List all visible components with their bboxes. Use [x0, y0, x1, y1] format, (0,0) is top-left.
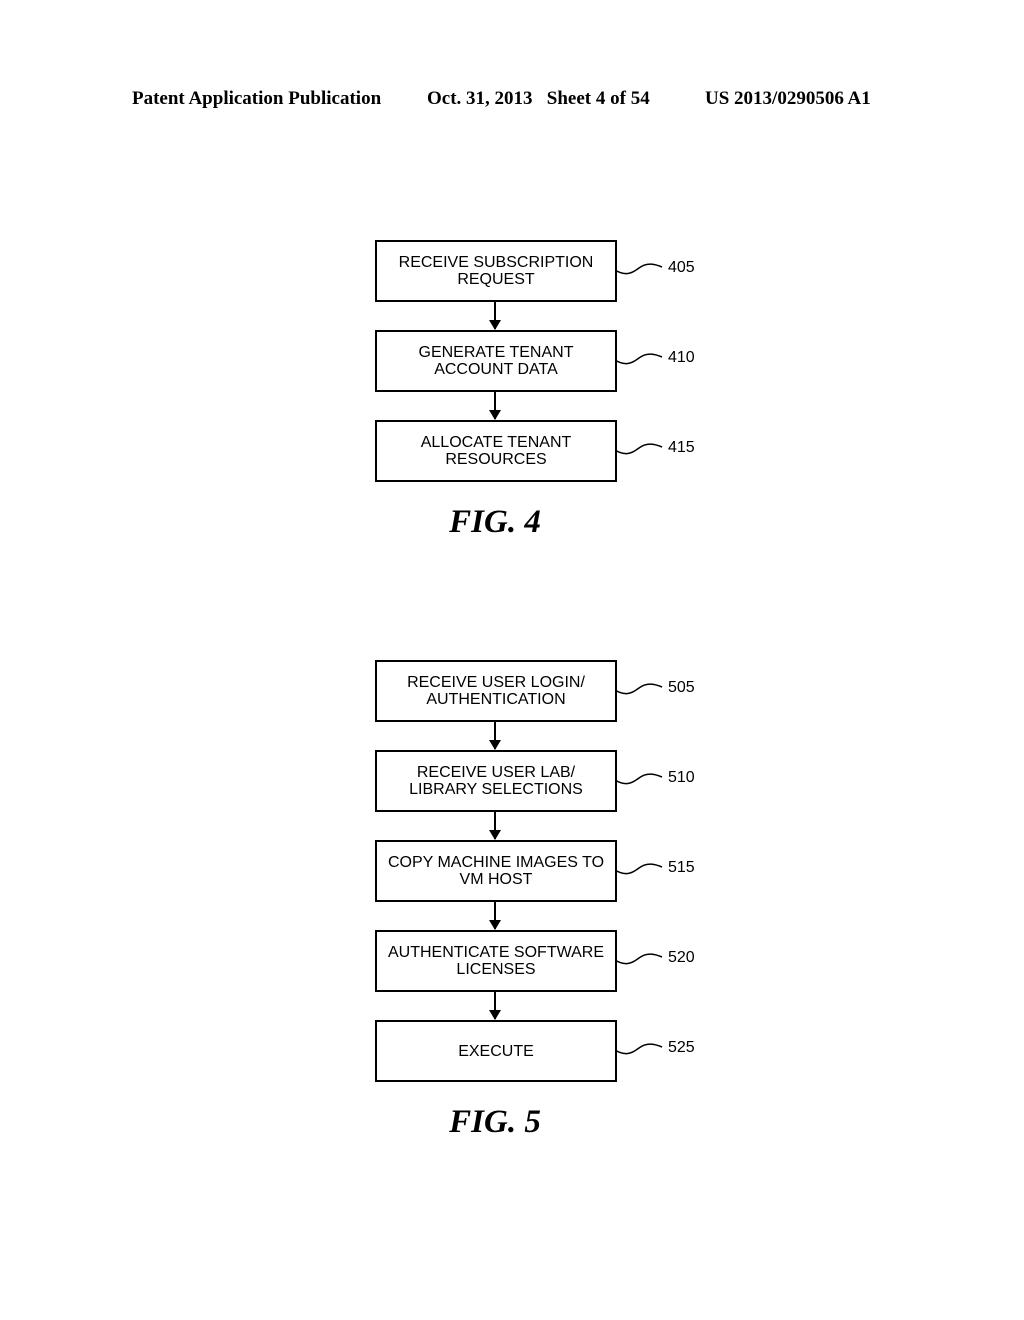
flowchart-step-box: ALLOCATE TENANT RESOURCES: [375, 420, 617, 482]
step-label: EXECUTE: [458, 1042, 534, 1060]
flow-arrow: [489, 300, 501, 330]
reference-leader-line: [615, 953, 663, 965]
reference-leader-line: [615, 1043, 663, 1055]
publication-date-sheet: Oct. 31, 2013 Sheet 4 of 54: [427, 88, 650, 109]
reference-leader-line: [615, 773, 663, 785]
reference-leader-line: [615, 683, 663, 695]
flowchart-step-box: GENERATE TENANT ACCOUNT DATA: [375, 330, 617, 392]
reference-numeral: 525: [668, 1039, 695, 1056]
step-label: RECEIVE USER LOGIN/ AUTHENTICATION: [407, 674, 585, 708]
reference-numeral: 505: [668, 679, 695, 696]
step-label: RECEIVE USER LAB/ LIBRARY SELECTIONS: [409, 764, 583, 798]
flowchart-step-box: RECEIVE SUBSCRIPTION REQUEST: [375, 240, 617, 302]
flowchart-step-box: RECEIVE USER LAB/ LIBRARY SELECTIONS: [375, 750, 617, 812]
reference-leader-line: [615, 443, 663, 455]
step-label: COPY MACHINE IMAGES TO VM HOST: [387, 854, 605, 888]
flow-arrow: [489, 390, 501, 420]
flowchart-step-box: AUTHENTICATE SOFTWARE LICENSES: [375, 930, 617, 992]
publication-title: Patent Application Publication: [132, 88, 382, 109]
reference-numeral: 405: [668, 259, 695, 276]
reference-leader-line: [615, 863, 663, 875]
reference-numeral: 510: [668, 769, 695, 786]
step-label: AUTHENTICATE SOFTWARE LICENSES: [388, 944, 604, 978]
flow-arrow: [489, 990, 501, 1020]
reference-leader-line: [615, 263, 663, 275]
figure-caption: FIG. 4: [449, 504, 541, 540]
reference-numeral: 515: [668, 859, 695, 876]
reference-leader-line: [615, 353, 663, 365]
flow-arrow: [489, 810, 501, 840]
step-label: ALLOCATE TENANT RESOURCES: [420, 434, 572, 468]
flow-arrow: [489, 720, 501, 750]
publication-number: US 2013/0290506 A1: [705, 88, 871, 109]
reference-numeral: 520: [668, 949, 695, 966]
flow-arrow: [489, 900, 501, 930]
reference-numeral: 415: [668, 439, 695, 456]
reference-numeral: 410: [668, 349, 695, 366]
flowchart-step-box: EXECUTE: [375, 1020, 617, 1082]
figure-caption: FIG. 5: [449, 1104, 541, 1140]
flowchart-step-box: COPY MACHINE IMAGES TO VM HOST: [375, 840, 617, 902]
page-header: Patent Application Publication Oct. 31, …: [0, 88, 1024, 116]
flowchart-step-box: RECEIVE USER LOGIN/ AUTHENTICATION: [375, 660, 617, 722]
step-label: RECEIVE SUBSCRIPTION REQUEST: [398, 254, 594, 288]
step-label: GENERATE TENANT ACCOUNT DATA: [418, 344, 574, 378]
